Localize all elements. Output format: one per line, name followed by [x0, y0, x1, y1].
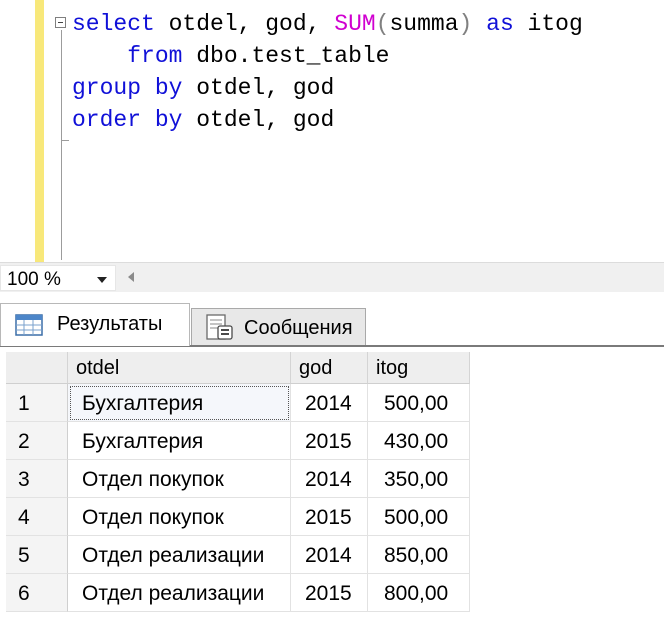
cell-itog[interactable]: 430,00 [368, 422, 470, 460]
cell-text: 850,00 [384, 544, 449, 567]
cell-god[interactable]: 2014 [291, 460, 368, 498]
cell-text: 500,00 [384, 392, 449, 415]
row-number-cell[interactable]: 3 [6, 460, 68, 498]
cell-god[interactable]: 2014 [291, 536, 368, 574]
cell-itog[interactable]: 350,00 [368, 460, 470, 498]
cell-text: 2014 [305, 392, 352, 415]
cell-text: 3 [18, 468, 30, 491]
cell-text: 500,00 [384, 506, 449, 529]
cell-otdel[interactable]: Отдел покупок [68, 498, 291, 536]
cell-text: 6 [18, 582, 30, 605]
message-document-icon [206, 314, 233, 340]
row-number-cell[interactable]: 1 [6, 384, 68, 422]
row-number-cell[interactable]: 2 [6, 422, 68, 460]
cell-text: 2014 [305, 468, 352, 491]
cell-otdel[interactable]: Бухгалтерия [68, 384, 291, 422]
column-header-itog[interactable]: itog [368, 352, 470, 384]
column-header-god[interactable]: god [291, 352, 368, 384]
zoom-dropdown[interactable]: 100 % [0, 265, 116, 291]
cell-text: 1 [18, 392, 30, 415]
cell-otdel[interactable]: Отдел реализации [68, 536, 291, 574]
code-line[interactable]: group by otdel, god [72, 72, 583, 104]
cell-text: 800,00 [384, 582, 449, 605]
cell-otdel[interactable]: Отдел реализации [68, 574, 291, 612]
cell-otdel[interactable]: Бухгалтерия [68, 422, 291, 460]
outline-line [61, 30, 62, 260]
tab-messages[interactable]: Сообщения [191, 308, 366, 345]
tab-messages-label: Сообщения [244, 317, 353, 339]
scroll-left-arrow-icon[interactable] [128, 272, 134, 282]
cell-text: 2015 [305, 582, 352, 605]
cell-itog[interactable]: 850,00 [368, 536, 470, 574]
cell-text: 2015 [305, 430, 352, 453]
chevron-down-icon[interactable] [97, 277, 107, 283]
tab-results[interactable]: Результаты [0, 303, 190, 346]
change-tracking-bar [35, 0, 44, 262]
cell-otdel[interactable]: Отдел покупок [68, 460, 291, 498]
grid-corner-header[interactable] [6, 352, 68, 384]
cell-text: 350,00 [384, 468, 449, 491]
row-number-cell[interactable]: 4 [6, 498, 68, 536]
query-editor[interactable]: select otdel, god, SUM(summa) as itog fr… [0, 0, 664, 262]
cell-itog[interactable]: 500,00 [368, 384, 470, 422]
column-header-otdel[interactable]: otdel [68, 352, 291, 384]
code-line[interactable]: from dbo.test_table [72, 40, 583, 72]
editor-status-strip: 100 % [0, 262, 664, 293]
cell-text: 5 [18, 544, 30, 567]
tab-results-label: Результаты [57, 313, 163, 335]
cell-god[interactable]: 2015 [291, 422, 368, 460]
collapse-toggle-icon[interactable] [55, 17, 66, 28]
code-line[interactable]: select otdel, god, SUM(summa) as itog [72, 8, 583, 40]
row-number-cell[interactable]: 6 [6, 574, 68, 612]
cell-itog[interactable]: 500,00 [368, 498, 470, 536]
cell-god[interactable]: 2015 [291, 574, 368, 612]
cell-text: 2014 [305, 544, 352, 567]
cell-text: Отдел покупок [82, 506, 224, 529]
cell-text: 430,00 [384, 430, 449, 453]
cell-text: 2015 [305, 506, 352, 529]
cell-text: 2 [18, 430, 30, 453]
sql-code[interactable]: select otdel, god, SUM(summa) as itog fr… [72, 8, 583, 136]
cell-text: Отдел реализации [82, 582, 265, 605]
row-number-cell[interactable]: 5 [6, 536, 68, 574]
zoom-value: 100 % [7, 269, 61, 290]
cell-text: Отдел покупок [82, 468, 224, 491]
cell-text: Бухгалтерия [82, 392, 204, 415]
code-line[interactable]: order by otdel, god [72, 104, 583, 136]
cell-text: Бухгалтерия [82, 430, 204, 453]
cell-itog[interactable]: 800,00 [368, 574, 470, 612]
cell-god[interactable]: 2014 [291, 384, 368, 422]
outline-end-tick [61, 140, 69, 141]
cell-text: 4 [18, 506, 30, 529]
grid-icon [15, 314, 43, 336]
cell-text: Отдел реализации [82, 544, 265, 567]
cell-god[interactable]: 2015 [291, 498, 368, 536]
